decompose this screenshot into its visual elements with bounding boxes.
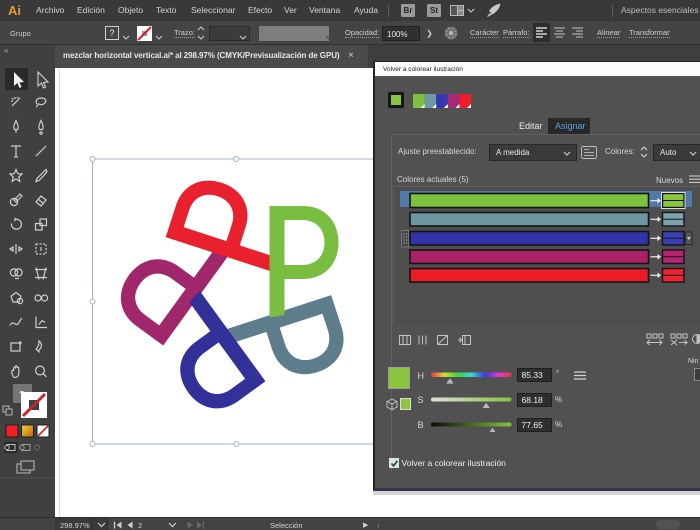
svg-text:«: « (4, 46, 9, 55)
